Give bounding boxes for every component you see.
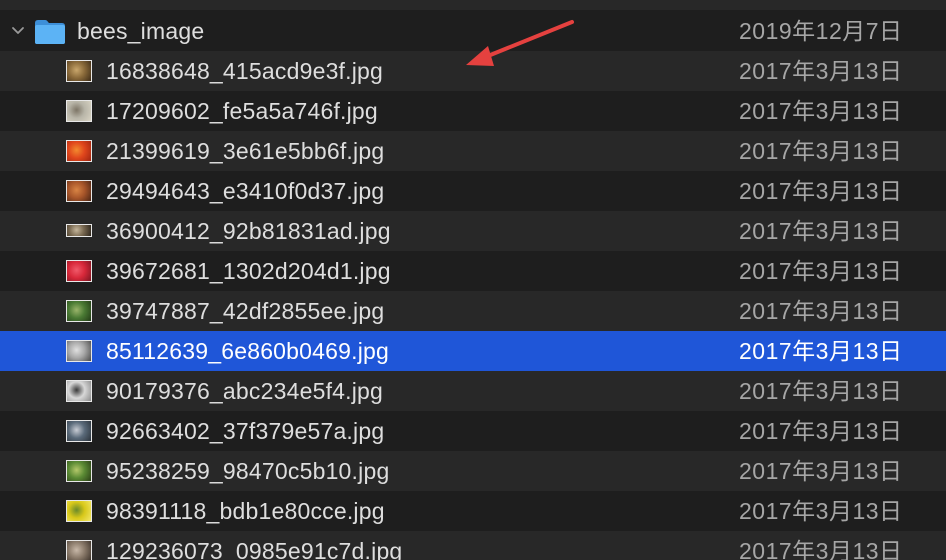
file-date: 2017年3月13日	[739, 418, 903, 444]
file-name: 29494643_e3410f0d37.jpg	[106, 178, 385, 204]
image-thumbnail-icon	[66, 224, 92, 237]
image-thumbnail-icon	[66, 380, 92, 402]
file-row[interactable]: 21399619_3e61e5bb6f.jpg 2017年3月13日	[0, 131, 946, 171]
file-name: 92663402_37f379e57a.jpg	[106, 418, 385, 444]
file-date: 2017年3月13日	[739, 338, 903, 364]
file-date: 2017年3月13日	[739, 298, 903, 324]
image-thumbnail-icon	[66, 260, 92, 282]
image-thumbnail-icon	[66, 180, 92, 202]
folder-row-bees-image[interactable]: bees_image 2019年12月7日	[0, 11, 946, 51]
file-name: 39747887_42df2855ee.jpg	[106, 298, 385, 324]
image-thumbnail-icon	[66, 140, 92, 162]
file-row[interactable]: 16838648_415acd9e3f.jpg 2017年3月13日	[0, 51, 946, 91]
file-name: 21399619_3e61e5bb6f.jpg	[106, 138, 385, 164]
file-name: 129236073_0985e91c7d.jpg	[106, 538, 403, 560]
file-name: 98391118_bdb1e80cce.jpg	[106, 498, 385, 524]
file-name: 95238259_98470c5b10.jpg	[106, 458, 390, 484]
file-row[interactable]: 129236073_0985e91c7d.jpg 2017年3月13日	[0, 531, 946, 560]
image-thumbnail-icon	[66, 60, 92, 82]
file-row[interactable]: 29494643_e3410f0d37.jpg 2017年3月13日	[0, 171, 946, 211]
image-thumbnail-icon	[66, 420, 92, 442]
file-name: 90179376_abc234e5f4.jpg	[106, 378, 384, 404]
file-row[interactable]: 95238259_98470c5b10.jpg 2017年3月13日	[0, 451, 946, 491]
file-row[interactable]: 85112639_6e860b0469.jpg 2017年3月13日	[0, 331, 946, 371]
file-row[interactable]: 39747887_42df2855ee.jpg 2017年3月13日	[0, 291, 946, 331]
file-date: 2017年3月13日	[739, 178, 903, 204]
file-date: 2017年3月13日	[739, 378, 903, 404]
file-name: 16838648_415acd9e3f.jpg	[106, 58, 384, 84]
image-thumbnail-icon	[66, 500, 92, 522]
file-name: 39672681_1302d204d1.jpg	[106, 258, 391, 284]
file-name: 17209602_fe5a5a746f.jpg	[106, 98, 378, 124]
file-row[interactable]: 39672681_1302d204d1.jpg 2017年3月13日	[0, 251, 946, 291]
file-date: 2017年3月13日	[739, 218, 903, 244]
image-thumbnail-icon	[66, 540, 92, 560]
image-thumbnail-icon	[66, 340, 92, 362]
file-row[interactable]: 92663402_37f379e57a.jpg 2017年3月13日	[0, 411, 946, 451]
image-thumbnail-icon	[66, 300, 92, 322]
folder-icon	[35, 20, 65, 44]
previous-row-cutoff	[0, 0, 946, 10]
file-row[interactable]: 98391118_bdb1e80cce.jpg 2017年3月13日	[0, 491, 946, 531]
file-date: 2017年3月13日	[739, 98, 903, 124]
image-thumbnail-icon	[66, 460, 92, 482]
file-row[interactable]: 90179376_abc234e5f4.jpg 2017年3月13日	[0, 371, 946, 411]
file-date: 2017年3月13日	[739, 538, 903, 560]
file-row[interactable]: 17209602_fe5a5a746f.jpg 2017年3月13日	[0, 91, 946, 131]
chevron-down-icon[interactable]	[10, 23, 26, 39]
file-date: 2017年3月13日	[739, 138, 903, 164]
file-name: 85112639_6e860b0469.jpg	[106, 338, 390, 364]
file-date: 2017年3月13日	[739, 458, 903, 484]
file-date: 2017年3月13日	[739, 258, 903, 284]
file-row[interactable]: 36900412_92b81831ad.jpg 2017年3月13日	[0, 211, 946, 251]
file-date: 2017年3月13日	[739, 498, 903, 524]
finder-list-view: bees_image 2019年12月7日 16838648_415acd9e3…	[0, 0, 946, 560]
file-name: 36900412_92b81831ad.jpg	[106, 218, 391, 244]
folder-date: 2019年12月7日	[739, 18, 903, 44]
file-date: 2017年3月13日	[739, 58, 903, 84]
folder-name: bees_image	[77, 18, 205, 44]
image-thumbnail-icon	[66, 100, 92, 122]
